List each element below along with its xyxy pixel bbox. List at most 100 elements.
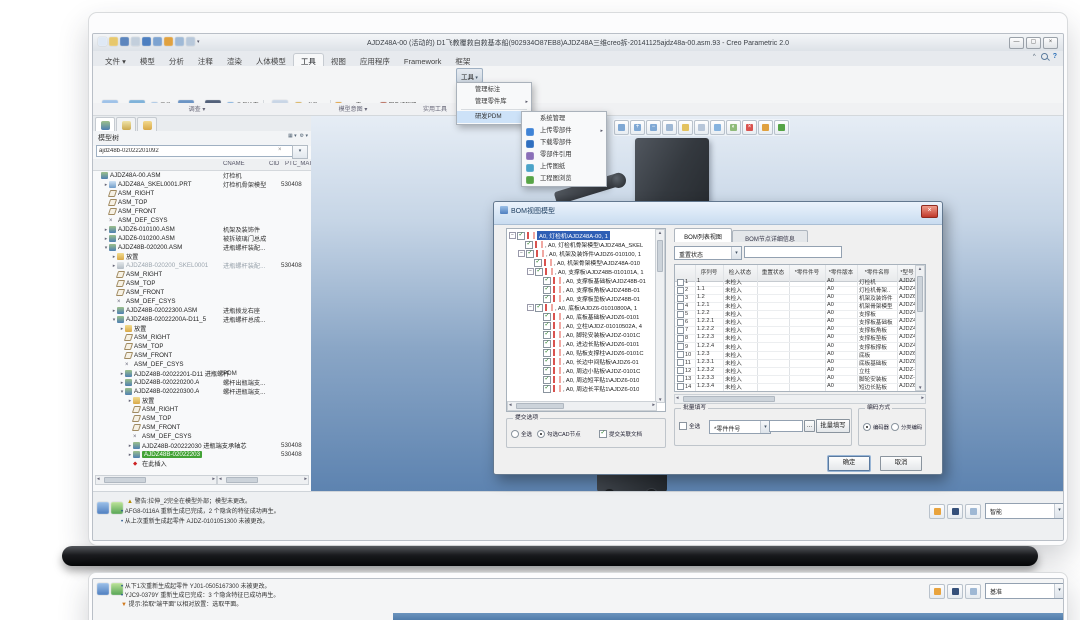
collapse-icon[interactable]: − [527, 268, 534, 275]
node-checkbox[interactable]: ✓ [543, 385, 551, 393]
windows-icon[interactable] [186, 37, 195, 46]
find-icon[interactable] [947, 584, 963, 599]
bom-tree-node[interactable]: ✓, A0, 支撑板基础板\AJDZ48B-01 [536, 276, 656, 285]
tree-node[interactable]: ▸AJDZ6-010100.ASM机架及装饰件 [93, 225, 311, 234]
bom-tree-node[interactable]: ✓, A0, 灯检机骨架模型\AJDZ48A_SKEL [518, 240, 656, 249]
checkbox-icon[interactable]: ✓ [599, 430, 607, 438]
radio-icon[interactable] [891, 423, 899, 431]
tab-bom-list-view[interactable]: BOM列表视图 [674, 228, 732, 242]
bom-table-hscrollbar[interactable]: ◄► [674, 394, 926, 404]
batch-field-combo[interactable]: *零件件号 [709, 420, 771, 434]
row-checkbox[interactable] [677, 351, 684, 358]
spin-center-icon[interactable] [774, 120, 789, 135]
bom-tree-node[interactable]: ✓, A0, 贴板支撑柱\AJDZ6-0101C [536, 348, 656, 357]
bom-tree-node[interactable]: ✓, A0, 立柱\AJDZ-01010502A, 4 [536, 321, 656, 330]
reset-state-combo[interactable]: 重置状态 [674, 246, 742, 260]
bom-tree-node[interactable]: −✓, A0, 机架及装饰件\AJDZ6-010100, 1 [518, 249, 656, 258]
tree-node[interactable]: ASM_TOP [93, 279, 311, 288]
bom-tree-node[interactable]: ✓, A0, 进边长贴板\AJDZ6-0101 [536, 339, 656, 348]
menu-item-上传图纸[interactable]: 上传图纸 [522, 161, 606, 173]
tree-node[interactable]: ▸AJDZ48B-020222030 进瓶端支承轴芯530408 [93, 441, 311, 450]
window-icon[interactable] [965, 504, 981, 519]
bom-tree-node[interactable]: −✓, A0, 支撑板\AJDZ48B-010101A, 1 [527, 267, 656, 276]
tree-node[interactable]: ▸放置 [93, 324, 311, 333]
model-display-icon[interactable] [175, 37, 184, 46]
node-checkbox[interactable]: ✓ [526, 250, 534, 258]
tree-node[interactable]: ASM_FRONT [93, 207, 311, 216]
model-tree-tab[interactable] [95, 117, 115, 132]
window-icon[interactable] [965, 584, 981, 599]
node-checkbox[interactable]: ✓ [543, 349, 551, 357]
menu-item-研发PDM[interactable]: 研发PDM▸ [457, 111, 531, 123]
tree-node[interactable]: ▸AJDZ6-010200.ASM被拆玻璃门总成 [93, 234, 311, 243]
ribbon-group-label[interactable]: 模型意图 ▾ [301, 104, 405, 113]
tree-node[interactable]: ASM_RIGHT [93, 189, 311, 198]
save-icon[interactable] [120, 37, 129, 46]
bom-tree-node[interactable]: −✓A0, 灯检机\AJDZ48A-00, 1 [509, 231, 656, 240]
find-icon[interactable] [947, 504, 963, 519]
menu-item-下载零部件[interactable]: 下载零部件 [522, 137, 606, 149]
tree-node[interactable]: ▸AJDZ48B-02022203530408 [93, 450, 311, 459]
tree-node[interactable]: ASM_TOP [93, 198, 311, 207]
cancel-button[interactable]: 取消 [880, 456, 922, 471]
bom-tree-node[interactable]: ✓, A0, 底板基础板\AJDZ6-0101 [536, 312, 656, 321]
collapse-icon[interactable]: − [509, 232, 516, 239]
refit-icon[interactable] [662, 120, 677, 135]
tree-node[interactable]: ASM_FRONT [93, 288, 311, 297]
row-checkbox[interactable] [677, 319, 684, 326]
model-tree-toggle-icon[interactable] [97, 583, 109, 595]
cad-model-joint[interactable] [611, 173, 626, 188]
model-tree-toggle-icon[interactable] [97, 502, 109, 514]
tree-filter-icon[interactable]: ▦ ▾ [288, 133, 297, 139]
zoom-in-icon[interactable]: + [630, 120, 645, 135]
bom-tree-node[interactable]: ✓, A0, 周边小贴板\AJDZ-0101C [536, 366, 656, 375]
collapse-icon[interactable]: − [518, 250, 525, 257]
submit-option-提交关联文档[interactable]: ✓提交关联文档 [599, 430, 642, 438]
filter-value-input[interactable] [744, 246, 842, 258]
node-checkbox[interactable]: ✓ [543, 295, 551, 303]
bom-tree-node[interactable]: ✓, A0, 支撑板角板\AJDZ48B-01 [536, 285, 656, 294]
tree-settings-icon[interactable]: ⚙ ▾ [300, 133, 308, 139]
regenerate-icon[interactable] [164, 37, 173, 46]
tree-node[interactable]: ▸AJDZ48B-020200_SKEL0001进瓶螺杆装配...530408 [93, 261, 311, 270]
radio-icon[interactable] [537, 430, 545, 438]
tree-node[interactable]: ×ASM_DEF_CSYS [93, 297, 311, 306]
tree-node[interactable]: ASM_FRONT [93, 351, 311, 360]
tree-node[interactable]: ×ASM_DEF_CSYS [93, 360, 311, 369]
search-dropdown-icon[interactable]: ▾ [292, 145, 308, 159]
tree-node[interactable]: ASM_TOP [93, 414, 311, 423]
menu-item-管理零件库[interactable]: 管理零件库▸ [457, 96, 531, 108]
layer-tree-tab[interactable] [116, 117, 136, 132]
node-checkbox[interactable]: ✓ [535, 268, 543, 276]
batch-value-input[interactable] [769, 420, 803, 432]
selection-filter-combo[interactable]: 智能 [985, 503, 1064, 519]
tree-hscrollbar[interactable]: ◄► [95, 475, 217, 485]
row-checkbox[interactable] [677, 359, 684, 366]
row-checkbox[interactable] [677, 367, 684, 374]
bom-tree-node[interactable]: ✓, A0, 周边短平贴1\AJDZ6-010 [536, 375, 656, 384]
node-checkbox[interactable]: ✓ [525, 241, 533, 249]
radio-icon[interactable] [511, 430, 519, 438]
node-checkbox[interactable]: ✓ [543, 313, 551, 321]
tree-node[interactable]: ×ASM_DEF_CSYS [93, 432, 311, 441]
tree-node[interactable]: ▸AJDZ48B-020220200.A螺杆出瓶端支... [93, 378, 311, 387]
tree-search-input[interactable] [96, 145, 294, 157]
print-icon[interactable] [131, 37, 140, 46]
node-checkbox[interactable]: ✓ [534, 259, 542, 267]
bom-tree-hscrollbar[interactable]: ◄► [507, 401, 657, 411]
tree-node[interactable]: ◆在此插入 [93, 459, 311, 468]
bom-tree-node[interactable]: ✓, A0, 脚轮安装板\AJDZ-0101C [536, 330, 656, 339]
row-checkbox[interactable] [677, 383, 684, 390]
clear-search-icon[interactable]: × [278, 147, 282, 153]
minimize-icon[interactable]: — [1009, 37, 1024, 49]
radio-icon[interactable] [863, 423, 871, 431]
node-checkbox[interactable]: ✓ [543, 277, 551, 285]
encode-option-编码器[interactable]: 编码器 [863, 423, 889, 431]
undo-icon[interactable] [142, 37, 151, 46]
node-checkbox[interactable]: ✓ [535, 304, 543, 312]
bom-tree-vscrollbar[interactable]: ▲▼ [655, 229, 665, 403]
ribbon-group-label[interactable]: 调查 ▾ [97, 104, 297, 113]
tree-node[interactable]: ×ASM_DEF_CSYS [93, 216, 311, 225]
tree-column-header[interactable]: CNAME [223, 161, 263, 167]
row-checkbox[interactable] [677, 327, 684, 334]
